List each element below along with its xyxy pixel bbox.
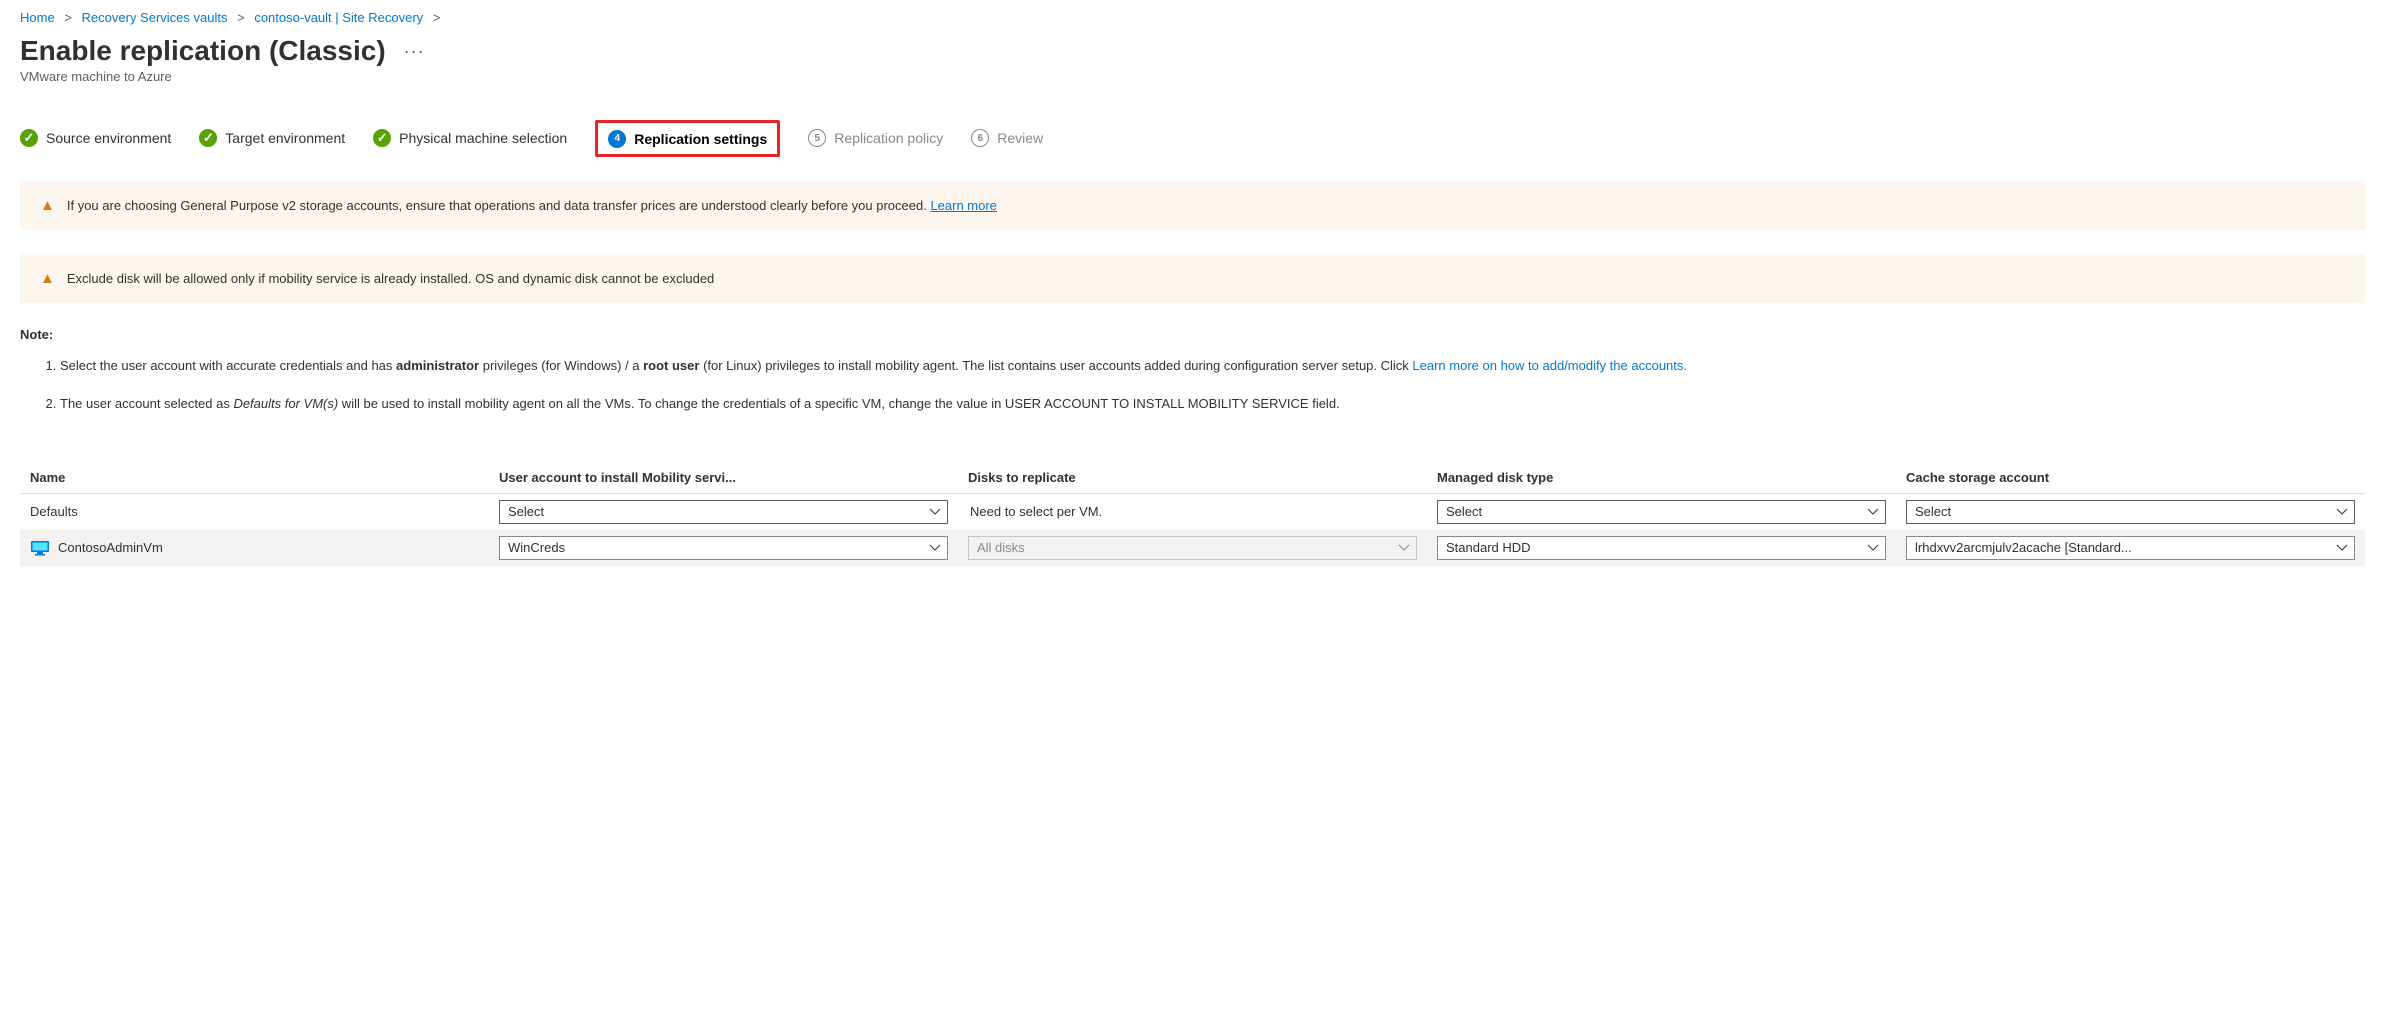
- step-replication-settings[interactable]: 4 Replication settings: [608, 130, 767, 148]
- disk-type-select[interactable]: Standard HDD: [1437, 536, 1886, 560]
- chevron-down-icon: [929, 506, 941, 518]
- step-number-icon: 6: [971, 129, 989, 147]
- disk-type-select[interactable]: Select: [1437, 500, 1886, 524]
- warning-icon: ▲: [40, 270, 55, 287]
- alert-text: If you are choosing General Purpose v2 s…: [67, 198, 997, 213]
- dropdown-value: WinCreds: [508, 540, 565, 555]
- step-highlight-box: 4 Replication settings: [595, 120, 780, 157]
- dropdown-value: Select: [508, 504, 544, 519]
- disks-select-disabled: All disks: [968, 536, 1417, 560]
- note-item-2: The user account selected as Defaults fo…: [60, 394, 2365, 414]
- dropdown-value: Select: [1915, 504, 1951, 519]
- step-label: Replication settings: [634, 131, 767, 147]
- step-target-environment[interactable]: ✓ Target environment: [199, 129, 345, 147]
- breadcrumb-sep: >: [64, 10, 72, 25]
- check-icon: ✓: [20, 129, 38, 147]
- note-text: The user account selected as: [60, 396, 233, 411]
- note-italic: Defaults for VM(s): [233, 396, 338, 411]
- step-review[interactable]: 6 Review: [971, 129, 1043, 147]
- col-user-account[interactable]: User account to install Mobility servi..…: [489, 462, 958, 494]
- note-text: (for Linux) privileges to install mobili…: [699, 358, 1412, 373]
- step-label: Source environment: [46, 130, 171, 146]
- note-text: will be used to install mobility agent o…: [338, 396, 1339, 411]
- alert-exclude-disk: ▲ Exclude disk will be allowed only if m…: [20, 254, 2365, 303]
- col-disk-type[interactable]: Managed disk type: [1427, 462, 1896, 494]
- table-row-vm: ContosoAdminVm WinCreds All disks Standa…: [20, 530, 2365, 566]
- table-row-defaults: Defaults Select Need to select per VM. S…: [20, 493, 2365, 530]
- step-number-icon: 4: [608, 130, 626, 148]
- step-label: Target environment: [225, 130, 345, 146]
- learn-more-link[interactable]: Learn more: [930, 198, 996, 213]
- step-physical-machine-selection[interactable]: ✓ Physical machine selection: [373, 129, 567, 147]
- dropdown-value: All disks: [977, 540, 1025, 555]
- breadcrumb-sep: >: [433, 10, 441, 25]
- vm-table: Name User account to install Mobility se…: [20, 462, 2365, 566]
- note-bold: root user: [643, 358, 699, 373]
- row-name: ContosoAdminVm: [58, 540, 163, 555]
- vm-icon: [30, 540, 50, 556]
- user-account-select[interactable]: Select: [499, 500, 948, 524]
- cache-storage-select[interactable]: lrhdxvv2arcmjulv2acache [Standard...: [1906, 536, 2355, 560]
- alert-text-body: If you are choosing General Purpose v2 s…: [67, 198, 931, 213]
- more-icon[interactable]: ···: [404, 41, 425, 62]
- dropdown-value: lrhdxvv2arcmjulv2acache [Standard...: [1915, 540, 2132, 555]
- step-replication-policy[interactable]: 5 Replication policy: [808, 129, 943, 147]
- user-account-select[interactable]: WinCreds: [499, 536, 948, 560]
- warning-icon: ▲: [40, 197, 55, 214]
- page-subtitle: VMware machine to Azure: [20, 69, 2365, 84]
- step-label: Review: [997, 130, 1043, 146]
- breadcrumb-link[interactable]: contoso-vault | Site Recovery: [254, 10, 423, 25]
- alert-storage-pricing: ▲ If you are choosing General Purpose v2…: [20, 181, 2365, 230]
- wizard-steps: ✓ Source environment ✓ Target environmen…: [20, 114, 2365, 181]
- notes-list: Select the user account with accurate cr…: [20, 356, 2365, 414]
- col-name[interactable]: Name: [20, 462, 489, 494]
- chevron-down-icon: [2336, 542, 2348, 554]
- note-text: privileges (for Windows) / a: [479, 358, 643, 373]
- note-bold: administrator: [396, 358, 479, 373]
- page-title: Enable replication (Classic): [20, 35, 386, 67]
- chevron-down-icon: [1867, 542, 1879, 554]
- dropdown-value: Select: [1446, 504, 1482, 519]
- disks-static-text: Need to select per VM.: [968, 500, 1417, 523]
- chevron-down-icon: [929, 542, 941, 554]
- row-name: Defaults: [30, 504, 78, 519]
- check-icon: ✓: [199, 129, 217, 147]
- chevron-down-icon: [2336, 506, 2348, 518]
- learn-more-accounts-link[interactable]: Learn more on how to add/modify the acco…: [1412, 358, 1687, 373]
- step-source-environment[interactable]: ✓ Source environment: [20, 129, 171, 147]
- step-number-icon: 5: [808, 129, 826, 147]
- note-text: Select the user account with accurate cr…: [60, 358, 396, 373]
- breadcrumb-sep: >: [237, 10, 245, 25]
- breadcrumb: Home > Recovery Services vaults > contos…: [20, 0, 2365, 29]
- step-label: Physical machine selection: [399, 130, 567, 146]
- chevron-down-icon: [1398, 542, 1410, 554]
- step-label: Replication policy: [834, 130, 943, 146]
- breadcrumb-link[interactable]: Home: [20, 10, 55, 25]
- note-heading: Note:: [20, 327, 2365, 342]
- dropdown-value: Standard HDD: [1446, 540, 1531, 555]
- breadcrumb-link[interactable]: Recovery Services vaults: [82, 10, 228, 25]
- cache-storage-select[interactable]: Select: [1906, 500, 2355, 524]
- chevron-down-icon: [1867, 506, 1879, 518]
- check-icon: ✓: [373, 129, 391, 147]
- note-item-1: Select the user account with accurate cr…: [60, 356, 2365, 376]
- col-cache-storage[interactable]: Cache storage account: [1896, 462, 2365, 494]
- alert-text: Exclude disk will be allowed only if mob…: [67, 271, 714, 286]
- col-disks[interactable]: Disks to replicate: [958, 462, 1427, 494]
